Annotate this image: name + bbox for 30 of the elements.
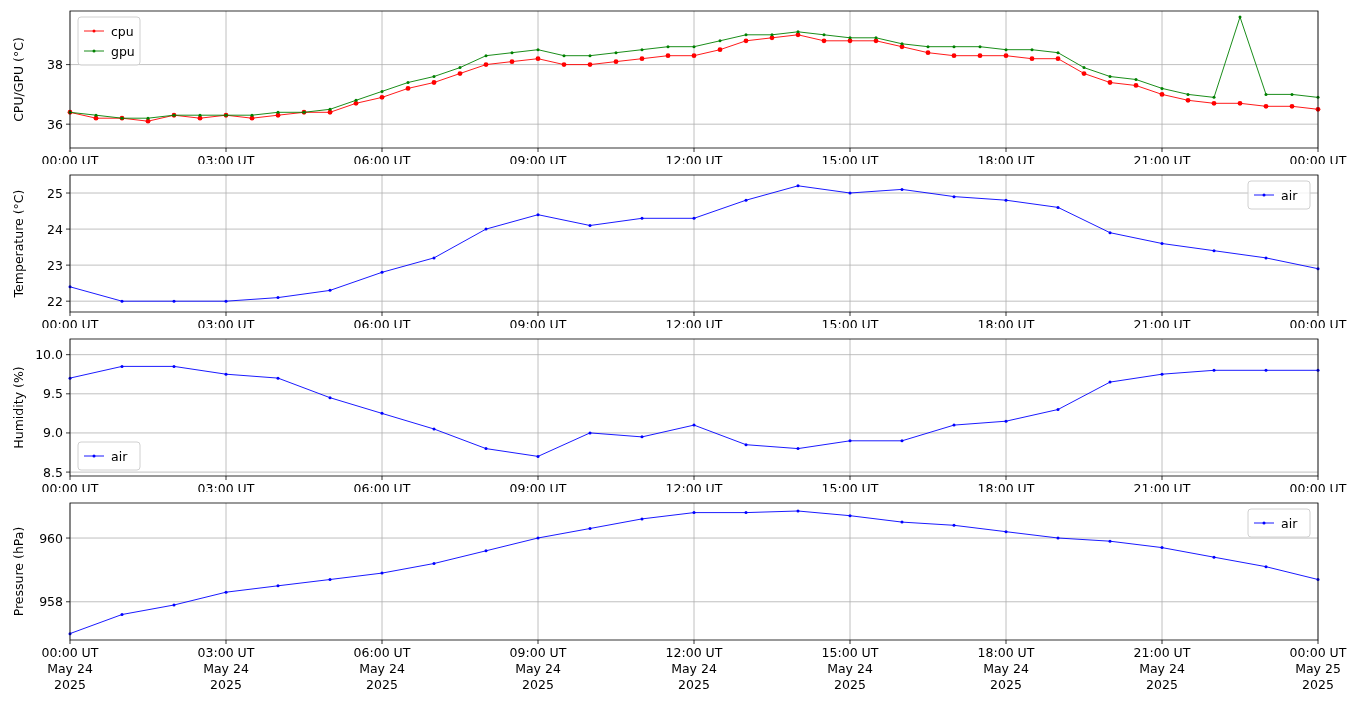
tick-label: 25 [47,185,63,201]
tick-label: 03:00 UT May 24 2025 [197,645,255,692]
tick-label: 09:00 UT May 24 2025 [509,645,567,692]
tick-label: 21:00 UT May 24 2025 [1133,645,1191,692]
legend-label: air [111,448,128,464]
legend-label: cpu [111,23,134,39]
tick-label: 36 [47,116,63,132]
tick-label: 12:00 UT May 24 2025 [665,645,723,692]
tick-label: 00:00 UT May 25 2025 [1289,645,1347,692]
tick-label: 38 [47,57,63,73]
tick-label: 958 [39,594,63,610]
tick-label: 24 [47,221,63,237]
axis-title: Pressure (hPa) [11,526,26,617]
tick-label: 15:00 UT May 24 2025 [821,645,879,692]
tick-label: 8.5 [43,464,63,480]
tick-label: 06:00 UT May 24 2025 [353,645,411,692]
axis-title: CPU/GPU (°C) [11,37,26,122]
legend-label: air [1281,187,1298,203]
tick-label: 22 [47,293,63,309]
legend-label: air [1281,515,1298,531]
tick-label: 960 [39,530,63,546]
axis-title: Humidity (%) [11,366,26,449]
tick-label: 10.0 [35,347,63,363]
tick-label: 00:00 UT May 24 2025 [41,645,99,692]
tick-label: 18:00 UT May 24 2025 [977,645,1035,692]
axis-title: Temperature (°C) [11,189,26,298]
tick-label: 9.5 [43,386,63,402]
legend-label: gpu [111,43,135,59]
tick-label: 9.0 [43,425,63,441]
tick-label: 23 [47,257,63,273]
